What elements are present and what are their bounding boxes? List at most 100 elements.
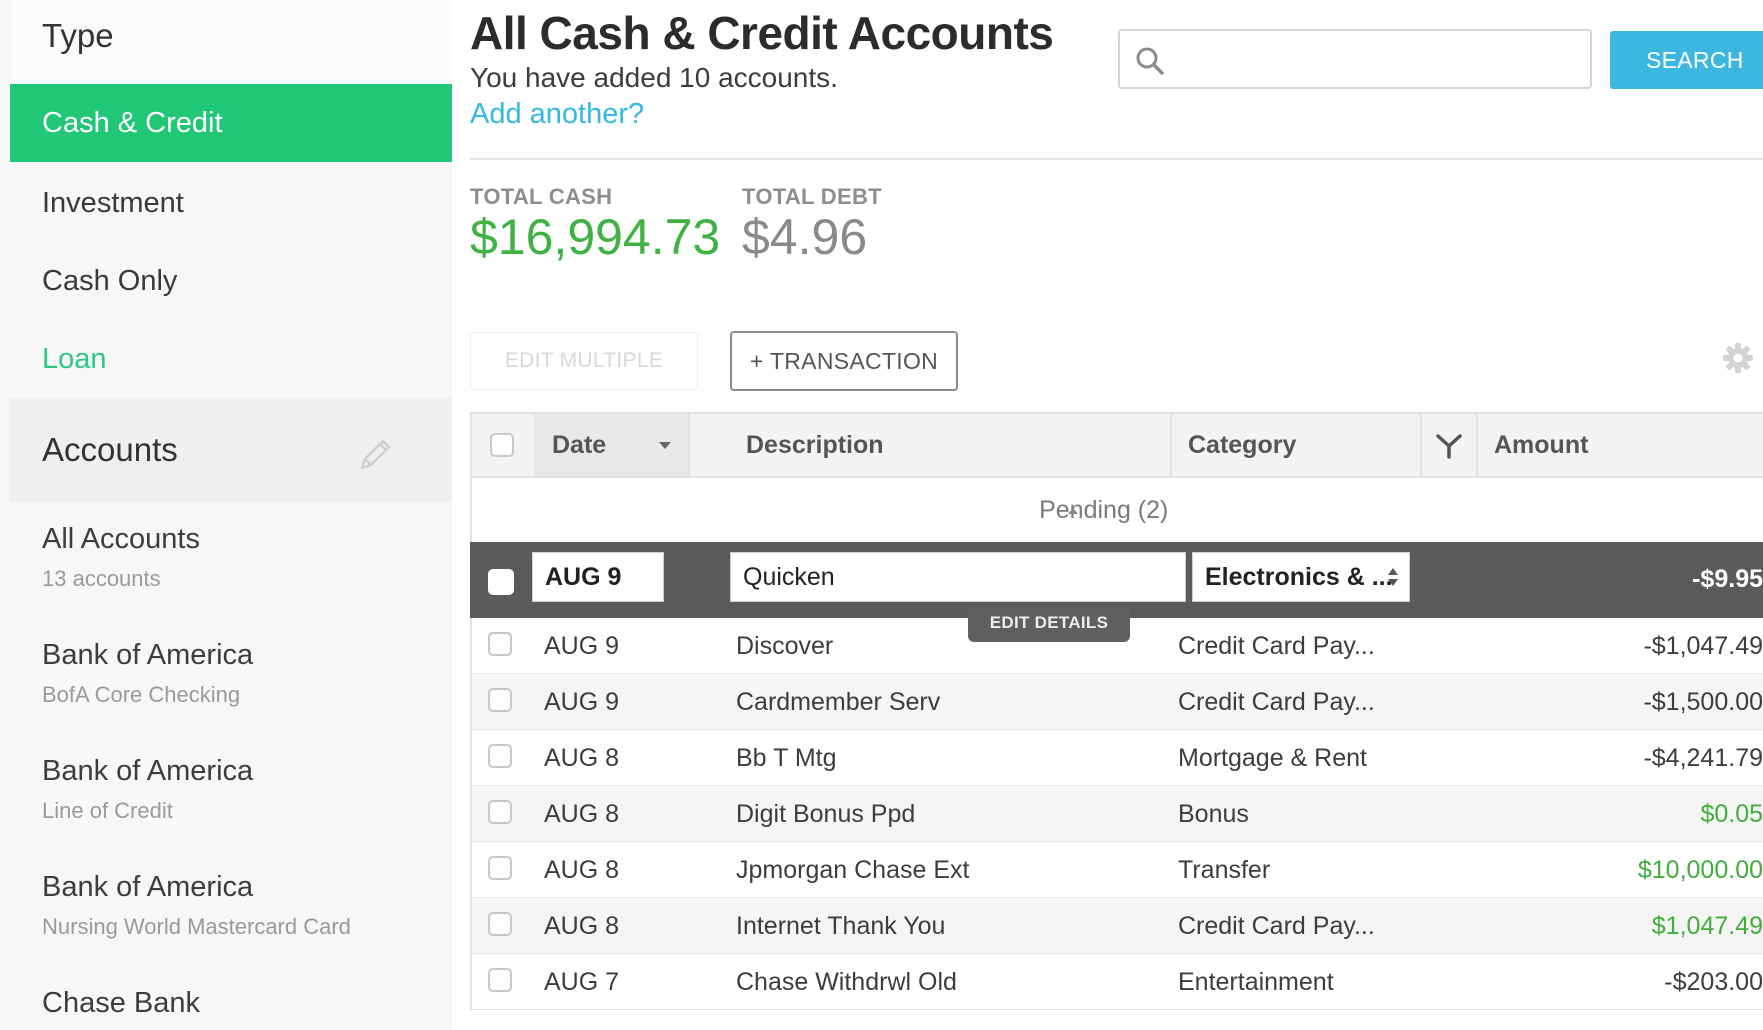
sort-down-icon[interactable] [658,441,672,451]
cell-date: AUG 7 [544,968,620,996]
category-select[interactable]: Electronics & ... [1192,552,1410,602]
main-content: All Cash & Credit Accounts You have adde… [452,0,1763,1030]
cell-date: AUG 8 [544,800,620,828]
cell-description: Internet Thank You [736,912,946,940]
account-name: Bank of America [42,871,254,903]
select-all-checkbox[interactable] [490,433,514,457]
search-input[interactable] [1178,39,1582,81]
page-title: All Cash & Credit Accounts [470,7,1054,59]
table-row[interactable]: AUG 8 Internet Thank You Credit Card Pay..… [470,898,1763,954]
cell-date: AUG 8 [544,856,620,884]
cell-description: Chase Withdrwl Old [736,968,957,996]
type-item-investment[interactable]: Investment [10,164,452,242]
cell-description: Discover [736,632,834,660]
total-debt-value: $4.96 [742,209,868,265]
column-separator [1170,414,1172,476]
sidebar: Type Cash & Credit Investment Cash Only … [0,0,452,1030]
table-row[interactable]: AUG 8 Digit Bonus Ppd Bonus $0.05 [470,786,1763,842]
account-item-bofa-checking[interactable]: Bank of America BofA Core Checking [42,636,442,710]
row-checkbox[interactable] [488,856,512,880]
edit-multiple-button[interactable]: EDIT MULTIPLE [470,332,698,390]
account-name: Bank of America [42,755,254,787]
cell-date: AUG 8 [544,744,620,772]
row-checkbox[interactable] [488,569,514,595]
account-name: Chase Bank [42,987,200,1019]
selected-transaction-row[interactable]: AUG 9 Quicken Electronics & ... -$9.95 [470,542,1763,618]
cell-date: AUG 9 [544,688,620,716]
row-checkbox[interactable] [488,744,512,768]
cell-date: AUG 8 [544,912,620,940]
column-header-description[interactable]: Description [746,414,884,476]
account-name: Bank of America [42,639,254,671]
date-edit-field[interactable]: AUG 9 [532,552,664,602]
row-checkbox[interactable] [488,800,512,824]
add-transaction-button[interactable]: + TRANSACTION [730,331,958,391]
row-checkbox[interactable] [488,968,512,992]
category-select-value: Electronics & ... [1205,563,1393,591]
cell-category: Credit Card Pay... [1178,912,1375,940]
column-separator [1476,414,1478,476]
cell-category: Bonus [1178,800,1249,828]
row-checkbox[interactable] [488,632,512,656]
select-arrows-icon [1388,568,1398,586]
edit-details-button[interactable]: EDIT DETAILS [968,608,1130,642]
search-icon [1136,47,1164,75]
cell-category: Credit Card Pay... [1178,688,1375,716]
column-separator [688,414,690,476]
total-cash-value: $16,994.73 [470,209,721,265]
cell-description: Cardmember Serv [736,688,941,716]
accounts-header: Accounts [10,398,452,502]
row-checkbox[interactable] [488,688,512,712]
cell-category: Entertainment [1178,968,1334,996]
table-row[interactable]: AUG 8 Jpmorgan Chase Ext Transfer $10,000.0… [470,842,1763,898]
column-separator [1420,414,1422,476]
selected-amount: -$9.95 [1692,565,1763,593]
type-header: Type [10,0,452,84]
account-item-bofa-credit-line[interactable]: Bank of America Line of Credit [42,752,442,826]
table-row[interactable]: AUG 9 Cardmember Serv Credit Card Pay... -$… [470,674,1763,730]
filter-icon[interactable] [1434,432,1464,460]
pencil-icon[interactable] [352,432,398,478]
account-item-all[interactable]: All Accounts 13 accounts [42,520,442,594]
gear-icon[interactable] [1720,340,1756,376]
column-header-amount[interactable]: Amount [1494,414,1588,476]
account-sub: Line of Credit [42,798,173,823]
search-box[interactable] [1118,29,1592,89]
pending-toggle-row[interactable]: Pending (2) [470,478,1763,542]
cell-amount: -$4,241.79 [1643,744,1763,772]
account-sub: BofA Core Checking [42,682,241,707]
cell-amount: -$203.00 [1664,968,1763,996]
account-sub: Nursing World Mastercard Card [42,914,351,939]
account-sub: 13 accounts [42,566,161,591]
column-header-date[interactable]: Date [552,414,606,476]
row-checkbox[interactable] [488,912,512,936]
account-item-chase[interactable]: Chase Bank [42,984,442,1022]
cell-description: Digit Bonus Ppd [736,800,916,828]
cell-category: Transfer [1178,856,1271,884]
cell-description: Jpmorgan Chase Ext [736,856,970,884]
cell-amount: $10,000.00 [1637,856,1763,884]
search-button[interactable]: SEARCH [1610,31,1763,89]
description-edit-field[interactable]: Quicken [730,552,1186,602]
cell-category: Mortgage & Rent [1178,744,1367,772]
accounts-added-text: You have added 10 accounts. [470,62,838,93]
cell-amount: $1,047.49 [1651,912,1763,940]
account-item-bofa-mastercard[interactable]: Bank of America Nursing World Mastercard… [42,868,442,942]
add-another-link[interactable]: Add another? [470,98,644,131]
cell-amount: -$1,047.49 [1643,632,1763,660]
cell-amount: -$1,500.00 [1643,688,1763,716]
transactions-table: Date Description Category Amount Pending… [470,412,1763,1030]
type-item-cash-credit[interactable]: Cash & Credit [10,84,452,162]
total-cash-label: TOTAL CASH [470,184,613,209]
cell-date: AUG 9 [544,632,620,660]
pending-up-icon [1067,508,1078,514]
table-row[interactable]: AUG 7 Chase Withdrwl Old Entertainment -$20… [470,954,1763,1010]
type-item-loan[interactable]: Loan [10,320,452,398]
account-name: All Accounts [42,523,200,555]
type-item-cash-only[interactable]: Cash Only [10,242,452,320]
column-header-category[interactable]: Category [1188,414,1296,476]
cell-category: Credit Card Pay... [1178,632,1375,660]
cell-description: Bb T Mtg [736,744,837,772]
pending-label[interactable]: Pending (2) [1039,496,1168,524]
table-row[interactable]: AUG 8 Bb T Mtg Mortgage & Rent -$4,241.79 [470,730,1763,786]
